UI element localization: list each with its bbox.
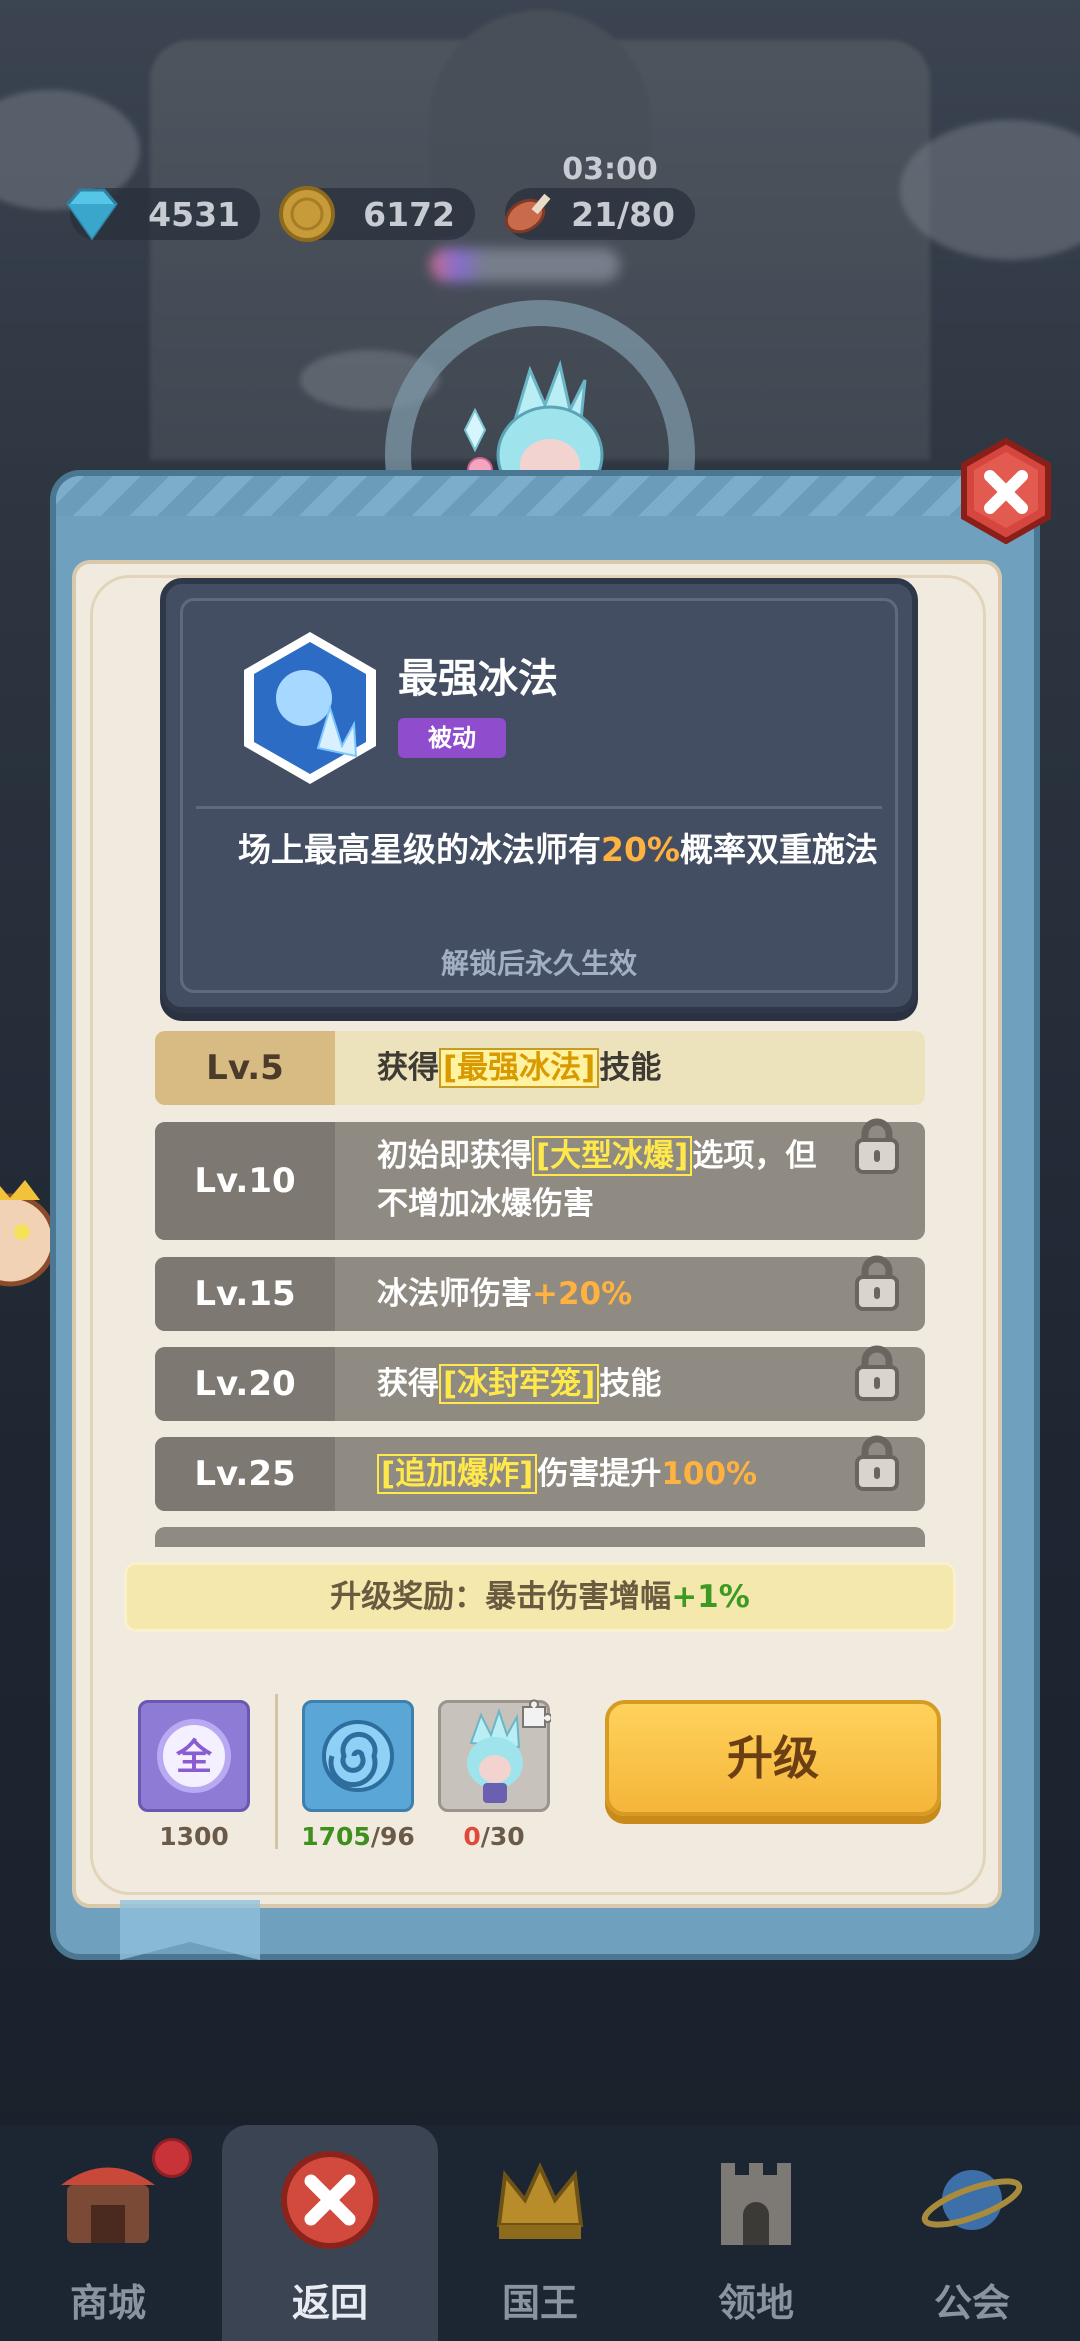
level-effect: [追加爆炸] 伤害提升100%: [377, 1450, 757, 1498]
lock-icon: [855, 1435, 899, 1491]
close-button[interactable]: [958, 438, 1054, 544]
lock-icon: [855, 1118, 899, 1174]
nav-back[interactable]: 返回: [222, 2125, 438, 2341]
planet-icon: [921, 2170, 1023, 2230]
meat-icon: [504, 193, 551, 234]
gem-icon: [66, 188, 118, 241]
upgrade-bonus-bar: 升级奖励：暴击伤害增幅+1%: [124, 1562, 956, 1632]
notification-badge: [152, 2138, 192, 2178]
level-effect: 初始即获得 [大型冰爆] 选项，但不增加冰爆伤害: [377, 1136, 817, 1222]
svg-text:全: 全: [175, 1736, 213, 1778]
level-tag: Lv.10: [155, 1122, 335, 1240]
stamina-count: 21/80: [571, 194, 675, 234]
lock-icon: [855, 1255, 899, 1311]
level-row-10: Lv.10 初始即获得 [大型冰爆] 选项，但不增加冰爆伤害: [155, 1118, 925, 1240]
shop-icon: [61, 2167, 155, 2243]
level-tag: Lv.25: [155, 1437, 335, 1511]
level-effect: 冰法师伤害+20%: [377, 1276, 633, 1312]
skill-description: 场上最高星级的冰法师有20%概率双重施法: [238, 830, 878, 869]
level-tag: Lv.5: [155, 1031, 335, 1105]
stamina-counter: 21/80: [504, 188, 695, 240]
crown-icon: [496, 2162, 584, 2239]
level-row-15: Lv.15 冰法师伤害+20%: [155, 1255, 925, 1331]
level-tag: Lv.15: [155, 1257, 335, 1331]
level-row-25: Lv.25 [追加爆炸] 伤害提升100%: [155, 1435, 925, 1511]
stamina-timer: 03:00: [562, 152, 658, 187]
skill-card: 最强冰法 被动 场上最高星级的冰法师有20%概率双重施法 解锁后永久生效: [160, 578, 918, 1013]
unlock-note: 解锁后永久生效: [440, 947, 637, 980]
level-tag: Lv.20: [155, 1347, 335, 1421]
level-row-20: Lv.20 获得 [冰封牢笼] 技能: [155, 1345, 925, 1421]
level-effect: 获得 [最强冰法] 技能: [377, 1048, 662, 1088]
lock-icon: [855, 1345, 899, 1401]
gem-count: 4531: [148, 194, 240, 234]
swirl-icon: [322, 1720, 394, 1792]
universal-material-slot[interactable]: 全: [138, 1700, 250, 1812]
puzzle-piece-icon: [522, 1699, 551, 1728]
coin-counter: 6172: [279, 186, 475, 242]
skill-type-tag: 被动: [398, 718, 506, 758]
nav-territory[interactable]: 领地: [648, 2125, 864, 2341]
ice-skill-icon: [244, 632, 376, 784]
hero-shard-count: 0/30: [463, 1822, 525, 1851]
close-x-icon: [281, 2151, 379, 2249]
swirl-material-slot[interactable]: [302, 1700, 414, 1812]
blurred-name: [430, 248, 620, 282]
hero-shard-slot[interactable]: [438, 1699, 551, 1812]
universal-orb-icon: 全: [157, 1719, 231, 1793]
tower-icon: [721, 2163, 791, 2245]
nav-guild[interactable]: 公会: [864, 2125, 1080, 2341]
coin-icon: [279, 186, 335, 242]
skill-name: 最强冰法: [398, 656, 558, 702]
coin-count: 6172: [363, 194, 455, 234]
universal-material-count: 1300: [159, 1822, 229, 1851]
nav-king[interactable]: 国王: [432, 2125, 648, 2341]
gem-counter: 4531: [66, 188, 260, 241]
level-effect: 获得 [冰封牢笼] 技能: [377, 1364, 662, 1404]
upgrade-button[interactable]: 升级: [605, 1700, 941, 1816]
level-row-5: Lv.5 获得 [最强冰法] 技能: [155, 1031, 925, 1105]
swirl-material-count: 1705/96: [301, 1822, 415, 1851]
level-row-partial: [155, 1527, 925, 1547]
